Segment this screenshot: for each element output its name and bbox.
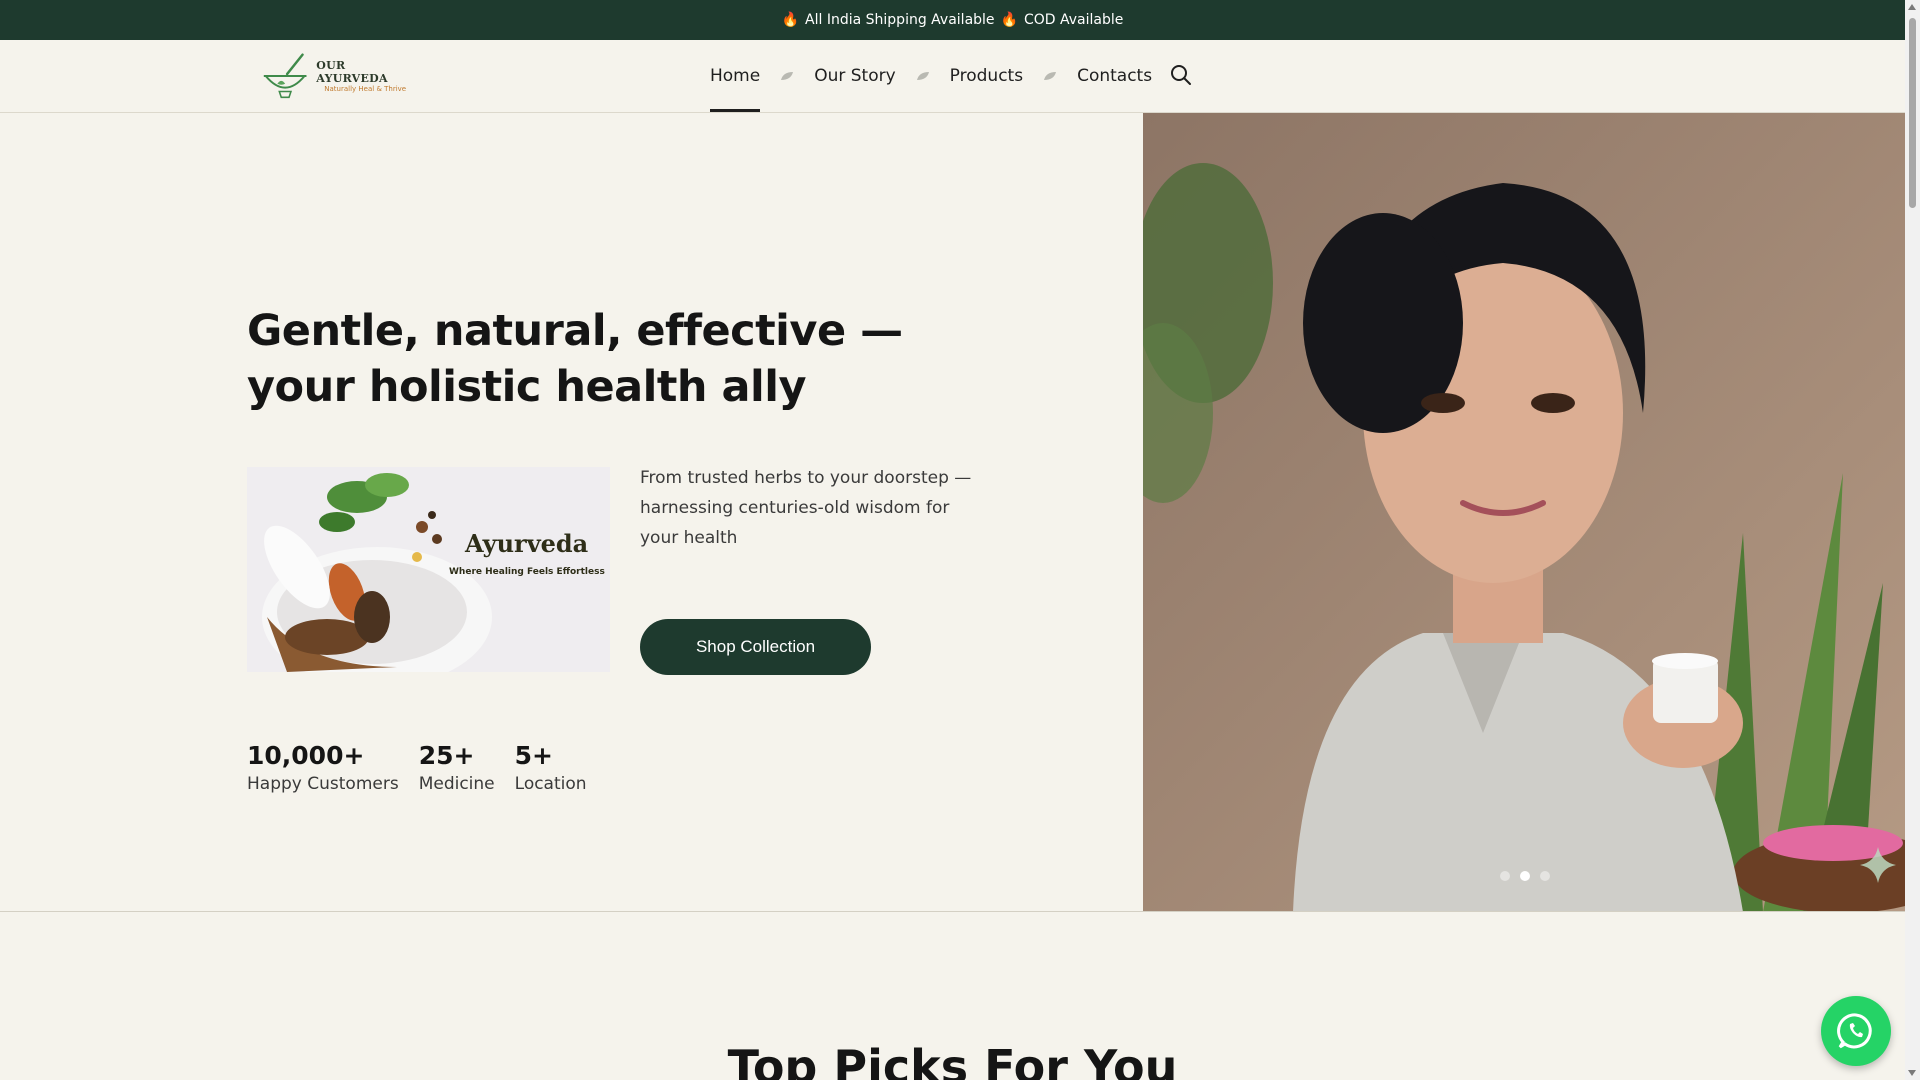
brand-name: OUR AYURVEDA — [316, 59, 388, 85]
promo-image: Ayurveda Where Healing Feels Effortless — [247, 467, 610, 672]
mortar-pestle-icon — [263, 53, 307, 99]
stat-medicine: 25+ Medicine — [419, 741, 495, 794]
logo[interactable]: OUR AYURVEDA Naturally Heal & Thrive — [258, 48, 418, 104]
scroll-down-arrow-icon[interactable] — [1908, 1070, 1916, 1076]
shop-collection-button[interactable]: Shop Collection — [640, 619, 871, 675]
announcement-shipping: All India Shipping Available — [805, 12, 995, 28]
hero-section: Gentle, natural, effective — your holist… — [0, 113, 1143, 912]
leaf-icon — [916, 72, 929, 80]
carousel-dot-active[interactable] — [1520, 871, 1530, 881]
fire-icon: 🔥 — [1000, 12, 1018, 28]
woman-holding-cream-photo — [1143, 113, 1905, 912]
page-scrollbar[interactable] — [1905, 0, 1920, 1080]
whatsapp-button[interactable] — [1821, 996, 1891, 1066]
carousel-dots — [1500, 871, 1550, 881]
site-header: OUR AYURVEDA Naturally Heal & Thrive Hom… — [0, 40, 1905, 113]
brand-tagline: Naturally Heal & Thrive — [324, 85, 407, 93]
hero-title-line-1: Gentle, natural, effective — — [247, 306, 903, 356]
stat-value: 10,000+ — [247, 741, 365, 770]
stat-label: Location — [514, 774, 587, 794]
nav-item-our-story[interactable]: Our Story — [814, 40, 895, 112]
nav-item-contacts[interactable]: Contacts — [1077, 40, 1152, 112]
hero-image — [1143, 113, 1905, 912]
nav-item-products[interactable]: Products — [950, 40, 1023, 112]
fire-icon: 🔥 — [781, 12, 800, 28]
scroll-up-arrow-icon[interactable] — [1908, 4, 1916, 10]
nav-item-home[interactable]: Home — [710, 40, 761, 112]
carousel-dot[interactable] — [1540, 871, 1550, 881]
sparkle-icon — [1860, 847, 1896, 883]
search-icon[interactable] — [1169, 63, 1193, 87]
announcement-bar: 🔥 All India Shipping Available 🔥 COD Ava… — [0, 0, 1905, 40]
stats-row: 10,000+ Happy Customers 25+ Medicine 5+ … — [247, 741, 587, 794]
scrollbar-thumb[interactable] — [1909, 18, 1916, 208]
main-nav: Home Our Story Products Contacts — [710, 40, 1152, 112]
stat-customers: 10,000+ Happy Customers — [247, 741, 399, 794]
leaf-icon — [781, 72, 794, 80]
promo-subtitle: Where Healing Feels Effortless — [449, 567, 605, 577]
carousel-dot[interactable] — [1500, 871, 1510, 881]
announcement-cod: COD Available — [1023, 12, 1124, 28]
stat-value: 5+ — [514, 741, 553, 770]
stat-label: Happy Customers — [247, 774, 399, 794]
leaf-icon — [1044, 72, 1057, 80]
promo-title: Ayurveda — [465, 529, 589, 558]
stat-value: 25+ — [418, 741, 475, 770]
whatsapp-icon — [1837, 1013, 1872, 1049]
section-title: Top Picks For You — [727, 1040, 1178, 1080]
hero-title: Gentle, natural, effective — your holist… — [247, 303, 967, 415]
hero-description: From trusted herbs to your doorstep — ha… — [640, 468, 972, 548]
hero-title-line-2: your holistic health ally — [247, 362, 807, 412]
stat-location: 5+ Location — [515, 741, 587, 794]
stat-label: Medicine — [418, 774, 495, 794]
section-divider — [0, 911, 1905, 912]
